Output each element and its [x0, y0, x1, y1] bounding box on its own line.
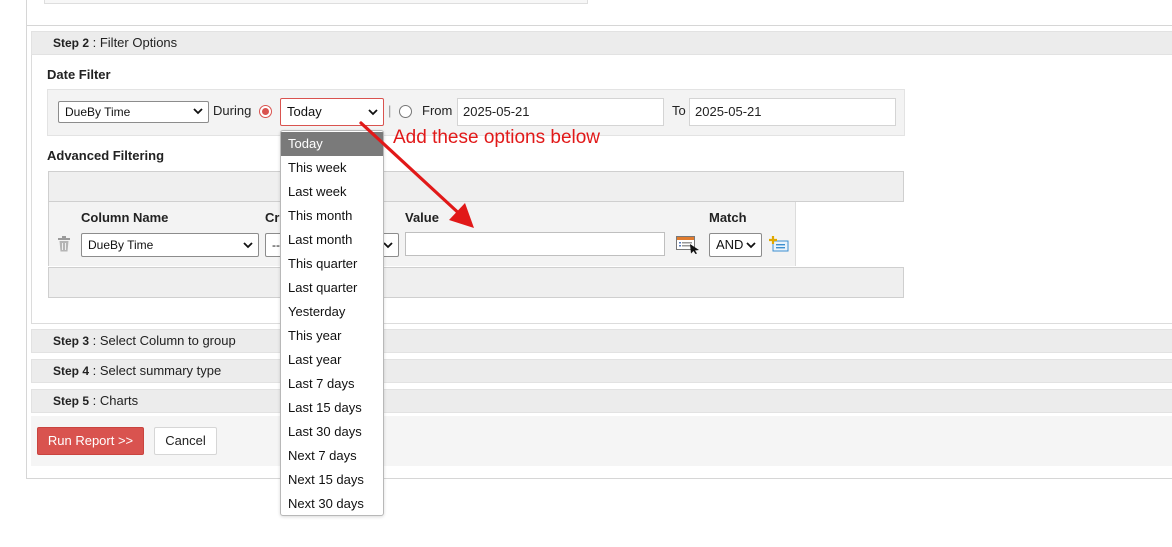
annotation-arrow	[359, 121, 474, 228]
annotation-text: Add these options below	[393, 127, 601, 148]
